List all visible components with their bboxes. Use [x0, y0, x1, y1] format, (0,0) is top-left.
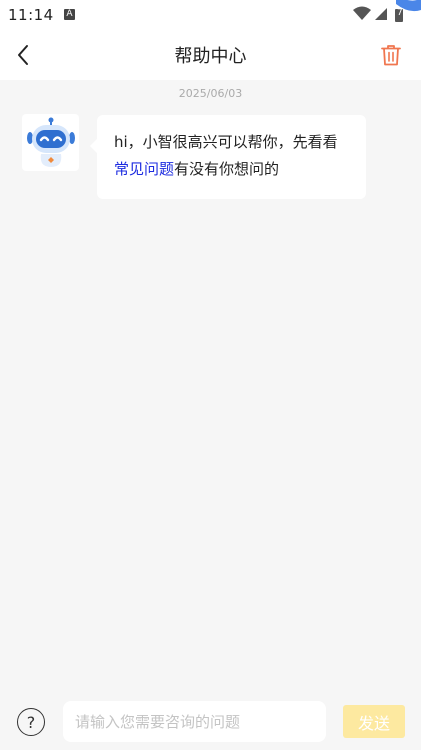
message-input[interactable] — [63, 701, 326, 742]
help-button[interactable]: ? — [17, 708, 45, 736]
faq-link[interactable]: 常见问题 — [114, 160, 174, 178]
a-letter-icon: A — [64, 9, 75, 20]
status-time: 11:14 — [8, 6, 54, 24]
question-mark-icon: ? — [26, 712, 36, 732]
chat-date: 2025/06/03 — [178, 87, 243, 100]
battery-label: 7 — [397, 8, 403, 18]
clear-history-button[interactable] — [377, 41, 405, 69]
wifi-signal-battery-icon — [353, 0, 421, 22]
status-bar: 11:14 A 7 — [0, 0, 421, 30]
bot-message-bubble: hi，小智很高兴可以帮你，先看看常见问题有没有你想问的 — [90, 115, 366, 199]
bot-avatar — [22, 114, 79, 171]
send-button[interactable]: 发送 — [343, 705, 405, 738]
header: 帮助中心 — [0, 30, 421, 80]
input-bar: ? 发送 — [0, 692, 421, 750]
robot-icon — [26, 117, 75, 167]
page-title: 帮助中心 — [174, 46, 247, 67]
message-text-tail: 有没有你想问的 — [174, 160, 280, 178]
message-text: hi，小智很高兴可以帮你，先看看 — [114, 133, 338, 151]
trash-icon — [381, 45, 401, 66]
status-icons: 7 — [351, 0, 421, 30]
